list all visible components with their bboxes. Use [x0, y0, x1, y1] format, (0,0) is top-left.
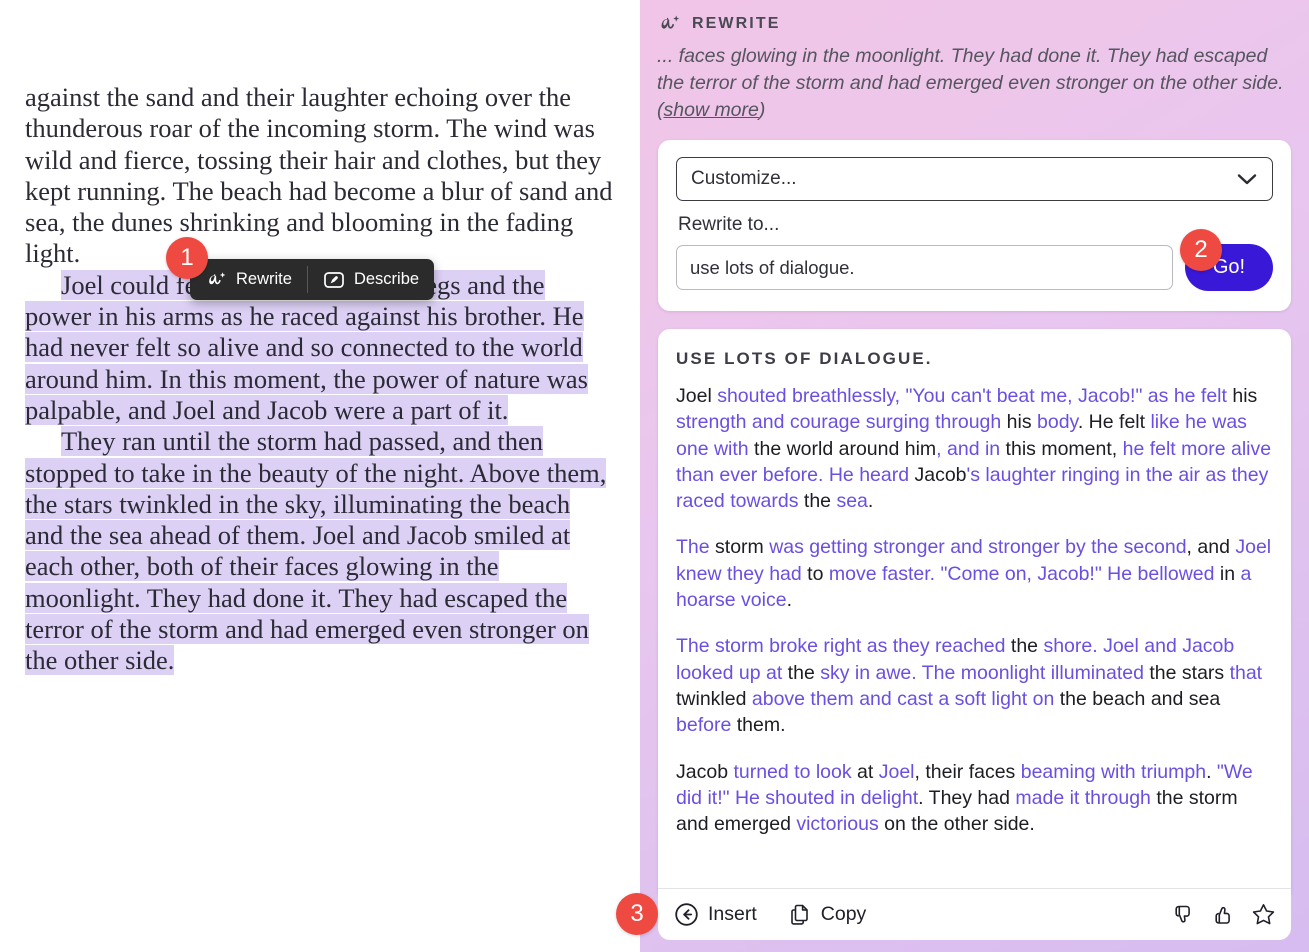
unchanged-text: in [1214, 562, 1241, 585]
unchanged-text: . He felt [1077, 411, 1151, 434]
unchanged-text: at [851, 760, 879, 783]
added-text: sky in awe. The moonlight illuminated [820, 661, 1144, 684]
document-paragraph[interactable]: They ran until the storm had passed, and… [25, 426, 613, 676]
unchanged-text: on the other side. [878, 813, 1035, 836]
customize-dropdown-value: Customize... [691, 168, 797, 189]
added-text: sea [836, 490, 868, 513]
unchanged-text: the [782, 661, 821, 684]
added-text: shouted breathlessly, [717, 385, 901, 407]
panel-title-row: REWRITE [657, 14, 1287, 34]
added-text: above them and cast a soft light on [751, 687, 1055, 710]
copy-button-label: Copy [820, 903, 867, 925]
added-text: turned to look [733, 760, 852, 783]
added-text: body [1037, 411, 1078, 434]
document-pane: against the sand and their laughter echo… [0, 0, 640, 952]
added-text: before [676, 714, 732, 737]
selected-text: They ran until the storm had passed, and… [25, 426, 607, 676]
result-paragraph: The storm broke right as they reached th… [676, 633, 1273, 738]
copy-documents-icon [787, 902, 812, 927]
show-more-link[interactable]: show more [664, 99, 759, 121]
unchanged-text: to [801, 562, 829, 585]
ai-panel-header: REWRITE ... faces glowing in the moonlig… [640, 0, 1309, 140]
result-paragraph: Jacob turned to look at Joel, their face… [676, 759, 1273, 838]
customize-dropdown[interactable]: Customize... [676, 157, 1273, 201]
source-excerpt: ... faces glowing in the moonlight. They… [657, 43, 1287, 124]
unchanged-text: , and [1186, 536, 1236, 559]
unchanged-text: the [798, 490, 837, 513]
rewrite-button-label: Rewrite [236, 270, 292, 288]
selection-floating-toolbar[interactable]: Rewrite Describe [190, 259, 435, 300]
unchanged-text: , their faces [914, 760, 1021, 783]
unchanged-text: his [1001, 411, 1037, 434]
added-text: The storm broke right as they reached [676, 635, 1006, 658]
added-text: The [676, 536, 710, 559]
panel-title-label: REWRITE [692, 15, 781, 32]
added-text: made it through [1015, 786, 1151, 809]
unchanged-text: the world around him [748, 437, 937, 460]
arrow-left-circle-icon [674, 902, 699, 927]
unchanged-text: . [1206, 760, 1217, 783]
step-badge-1: 1 [166, 237, 208, 279]
result-paragraph: Joel shouted breathlessly, "You can't be… [676, 383, 1273, 514]
added-text: beaming with triumph [1020, 760, 1207, 783]
chevron-down-icon [1236, 172, 1258, 186]
unchanged-text: them. [731, 714, 786, 737]
unchanged-text: Joel [676, 385, 718, 407]
added-text: , and in [936, 437, 1001, 460]
ai-star-icon [205, 271, 227, 289]
describe-frame-icon [323, 270, 345, 290]
insert-button[interactable]: Insert [674, 902, 757, 927]
ai-rewrite-panel: REWRITE ... faces glowing in the moonlig… [640, 0, 1309, 952]
insert-button-label: Insert [708, 903, 757, 925]
added-text: "You can't beat me, Jacob!" as he felt [905, 385, 1227, 407]
added-text: victorious [796, 813, 879, 836]
added-text: that [1229, 661, 1263, 684]
prompt-card: Customize... Rewrite to... Go! [658, 140, 1291, 311]
step-badge-2: 2 [1180, 229, 1222, 271]
result-title: USE LOTS OF DIALOGUE. [676, 349, 933, 368]
unchanged-text: . [867, 490, 874, 513]
added-text: move faster. "Come on, Jacob!" He bellow… [828, 562, 1215, 585]
result-action-bar: Insert Copy [658, 888, 1291, 940]
unchanged-text: storm [709, 536, 770, 559]
rewrite-to-label: Rewrite to... [678, 214, 780, 235]
thumbs-down-icon[interactable] [1170, 902, 1196, 928]
copy-button[interactable]: Copy [787, 902, 867, 927]
result-body: Joel shouted breathlessly, "You can't be… [676, 383, 1273, 837]
feedback-actions [1170, 901, 1277, 928]
unchanged-text: his [1226, 385, 1258, 407]
document-paragraph[interactable]: against the sand and their laughter echo… [25, 82, 613, 270]
result-paragraph: The storm was getting stronger and stron… [676, 534, 1273, 613]
source-excerpt-tail: ) [758, 99, 766, 121]
unchanged-text: . [786, 589, 792, 612]
unchanged-text: Jacob [676, 760, 734, 783]
star-icon[interactable] [1250, 901, 1277, 928]
unchanged-text: the beach and sea [1054, 687, 1221, 710]
unchanged-text: twinkled [676, 687, 752, 710]
ai-star-icon [657, 14, 681, 34]
rewrite-input[interactable] [676, 245, 1173, 290]
step-badge-3: 3 [616, 893, 658, 935]
result-card: USE LOTS OF DIALOGUE. Joel shouted breat… [658, 329, 1291, 894]
rewrite-button[interactable]: Rewrite [190, 259, 307, 300]
unchanged-text: the [1005, 635, 1044, 658]
unchanged-text: Jacob [909, 463, 967, 486]
added-text: strength and courage surging through [676, 411, 1002, 434]
unchanged-text: this moment, [1000, 437, 1123, 460]
added-text: was getting stronger and stronger by the… [769, 536, 1187, 559]
describe-button[interactable]: Describe [308, 259, 434, 300]
describe-button-label: Describe [353, 270, 420, 288]
document-text[interactable]: against the sand and their laughter echo… [25, 82, 613, 677]
unchanged-text: . They had [918, 786, 1016, 809]
unchanged-text: the stars [1143, 661, 1230, 684]
thumbs-up-icon[interactable] [1210, 902, 1236, 928]
added-text: Joel [878, 760, 915, 783]
